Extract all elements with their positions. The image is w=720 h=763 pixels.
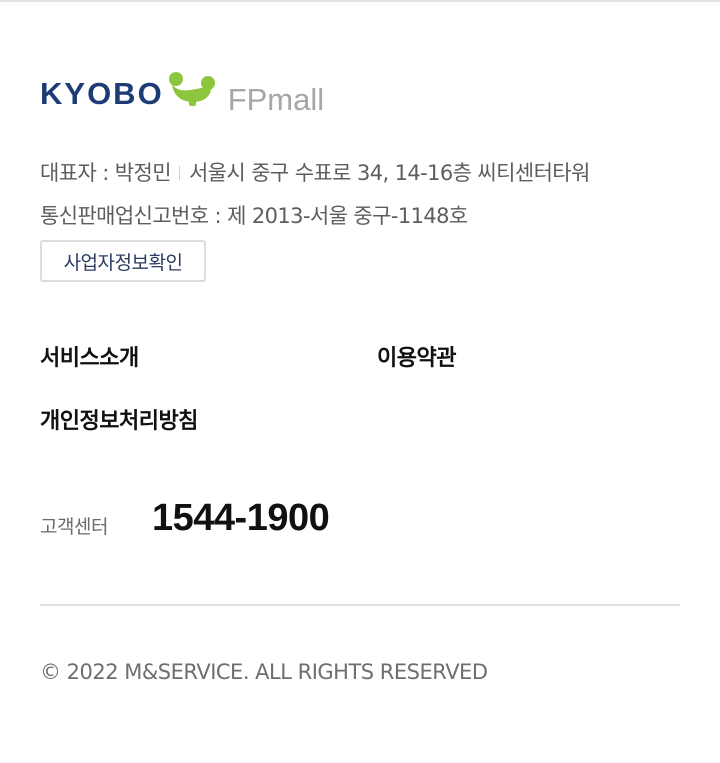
terms-of-use-link[interactable]: 이용약관 (377, 340, 456, 372)
info-separator (178, 166, 180, 180)
registration-text: 통신판매업신고번호 : 제 2013-서울 중구-1148호 (40, 204, 468, 228)
kyobo-fpmall-logo[interactable]: KYOBO FPmall (40, 66, 324, 116)
customer-center-label: 고객센터 (40, 516, 108, 538)
logo-product-text: FPmall (227, 82, 325, 117)
ceo-text: 대표자 : 박정민 (40, 161, 172, 185)
copyright-text: © 2022 M&SERVICE. ALL RIGHTS RESERVED (40, 660, 488, 684)
address-text: 서울시 중구 수표로 34, 14-16층 씨티센터타워 (188, 161, 590, 185)
kyobo-bird-icon (168, 72, 215, 106)
privacy-policy-link[interactable]: 개인정보처리방침 (40, 403, 198, 435)
top-border (0, 0, 720, 2)
footer-divider (40, 604, 680, 606)
service-intro-link[interactable]: 서비스소개 (40, 340, 139, 372)
customer-center-phone[interactable]: 1544-1900 (152, 497, 330, 540)
company-info-line: 대표자 : 박정민 서울시 중구 수표로 34, 14-16층 씨티센터타워 (40, 157, 590, 187)
logo-brand-text: KYOBO (40, 76, 164, 111)
business-info-verify-button[interactable]: 사업자정보확인 (40, 240, 206, 282)
